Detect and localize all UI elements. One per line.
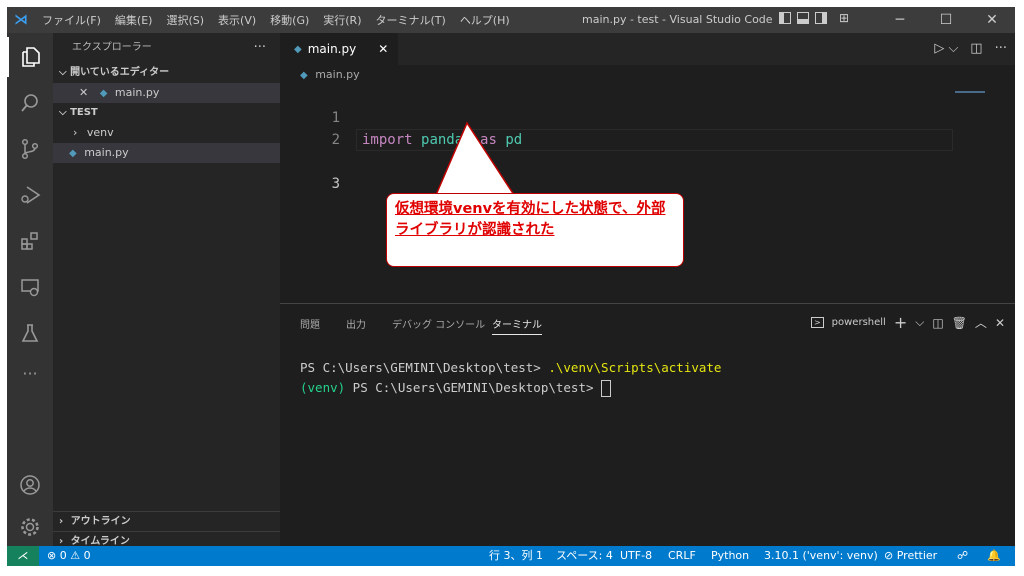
callout-text: 仮想環境venvを有効にした状態で、外部ライブラリが認識された — [395, 201, 666, 238]
callout-box: 仮想環境venvを有効にした状態で、外部ライブラリが認識された — [386, 193, 684, 267]
callout-pointer — [434, 121, 516, 196]
